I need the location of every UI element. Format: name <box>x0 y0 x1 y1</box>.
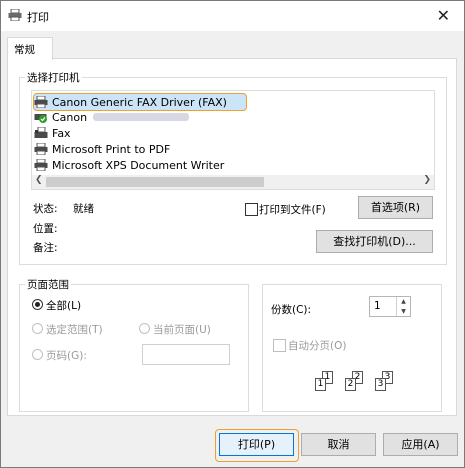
window-title: 打印 <box>27 11 49 24</box>
apply-button[interactable]: 应用(A) <box>383 433 458 456</box>
printer-name: Canon Generic FAX Driver (FAX) <box>52 95 227 109</box>
selection-label: 选定范围(T) <box>46 324 103 336</box>
collate-page: 3 <box>375 378 386 391</box>
print-to-file-label: 打印到文件(F) <box>259 204 326 216</box>
printer-app-icon <box>8 8 22 22</box>
scroll-left-icon[interactable]: ❮ <box>35 175 43 185</box>
collate-checkbox[interactable] <box>273 339 286 352</box>
print-to-file-checkbox[interactable] <box>245 203 258 216</box>
fax-icon <box>34 126 48 139</box>
location-label: 位置: <box>33 223 58 235</box>
printer-item-ms-xps[interactable]: Microsoft XPS Document Writer <box>34 157 224 173</box>
printer-name: Fax <box>52 126 71 140</box>
status-label: 状态: <box>33 203 58 215</box>
printer-item-canon[interactable]: Canon <box>34 109 190 125</box>
comment-label: 备注: <box>33 242 58 254</box>
cancel-button[interactable]: 取消 <box>301 433 376 456</box>
current-page-label: 当前页面(U) <box>153 324 211 336</box>
current-page-radio[interactable] <box>139 323 150 334</box>
scroll-right-icon[interactable]: ❯ <box>423 175 431 185</box>
collate-page: 2 <box>345 378 356 391</box>
all-pages-radio[interactable] <box>32 299 43 310</box>
tab-general[interactable]: 常规 <box>7 37 53 60</box>
selection-radio[interactable] <box>32 323 43 334</box>
print-dialog: 打印 ✕ 常规 选择打印机 Canon Generic FAX Driver (… <box>0 0 465 468</box>
copies-value: 1 <box>374 300 381 312</box>
scrollbar-thumb[interactable] <box>46 177 264 187</box>
default-printer-check-icon <box>34 111 48 123</box>
status-value: 就绪 <box>73 203 94 215</box>
collate-label: 自动分页(O) <box>288 340 347 352</box>
collate-illustration: 1 1 2 2 3 3 <box>314 369 404 397</box>
copies-spinner[interactable]: ▲ ▼ <box>396 297 410 316</box>
horizontal-scrollbar[interactable]: ❮ ❯ <box>32 175 434 189</box>
printer-icon <box>34 142 48 156</box>
find-printer-button[interactable]: 查找打印机(D)... <box>316 230 433 253</box>
select-printer-label: 选择打印机 <box>25 70 82 85</box>
spin-up-icon[interactable]: ▲ <box>397 297 410 307</box>
printer-name: Canon <box>52 110 88 124</box>
pages-label: 页码(G): <box>46 350 87 362</box>
all-pages-label: 全部(L) <box>46 300 82 312</box>
collate-page: 1 <box>315 378 326 391</box>
printer-icon <box>34 95 48 109</box>
printer-name: Microsoft XPS Document Writer <box>52 158 225 172</box>
close-icon[interactable]: ✕ <box>437 6 450 25</box>
pages-radio[interactable] <box>32 349 43 360</box>
page-range-label: 页面范围 <box>25 277 71 292</box>
printer-list[interactable]: Canon Generic FAX Driver (FAX) Canon Fax… <box>31 90 435 190</box>
printer-name: Microsoft Print to PDF <box>52 142 171 156</box>
preferences-button[interactable]: 首选项(R) <box>358 196 433 219</box>
printer-item-fax[interactable]: Fax <box>34 125 71 141</box>
pages-input[interactable] <box>142 344 230 365</box>
printer-icon <box>34 158 48 172</box>
spin-down-icon[interactable]: ▼ <box>397 307 410 317</box>
title-bar: 打印 ✕ <box>1 1 464 31</box>
copies-label: 份数(C): <box>271 304 312 316</box>
printer-item-ms-pdf[interactable]: Microsoft Print to PDF <box>34 141 170 157</box>
print-button[interactable]: 打印(P) <box>219 433 294 456</box>
copies-stepper[interactable]: 1 ▲ ▼ <box>369 296 411 317</box>
obscured-name-blur <box>93 113 190 121</box>
